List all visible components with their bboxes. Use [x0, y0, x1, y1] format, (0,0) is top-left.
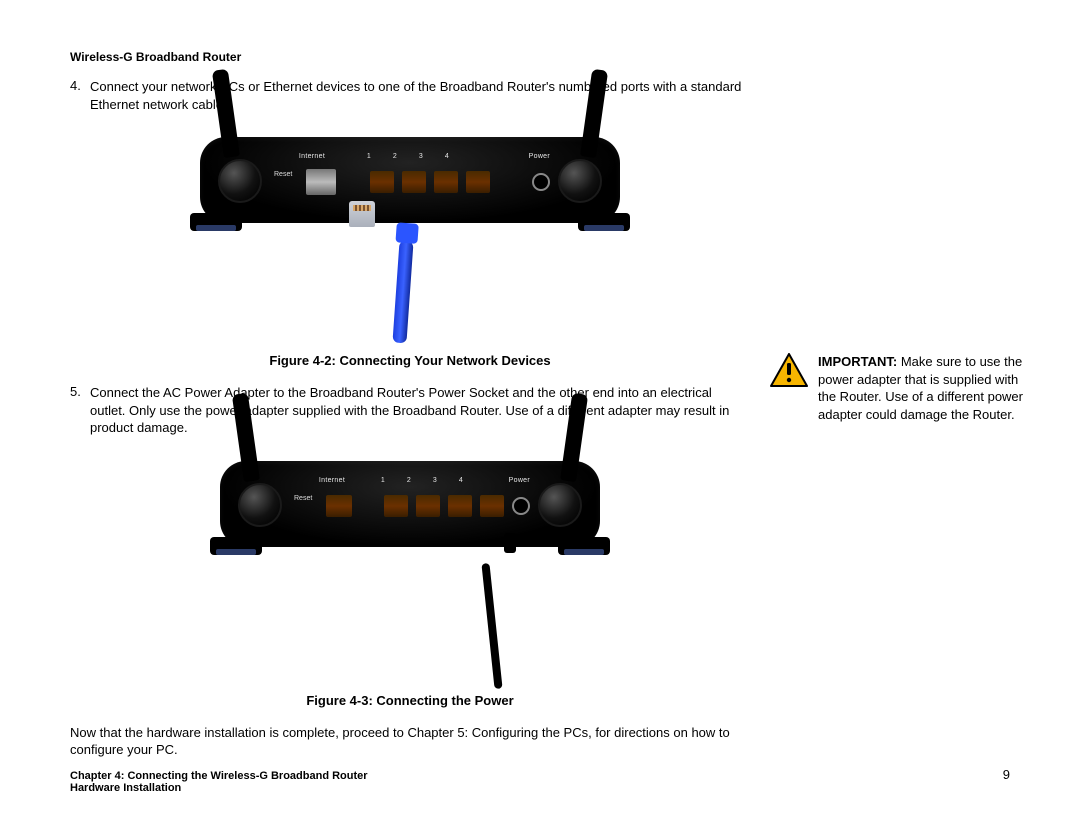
port-label-row-2: Internet 1 2 3 4 Power — [290, 477, 530, 484]
step-4-text: Connect your network PCs or Ethernet dev… — [90, 78, 750, 113]
label-internet-2: Internet — [306, 477, 358, 484]
closing-paragraph: Now that the hardware installation is co… — [70, 724, 750, 759]
warning-icon — [770, 353, 808, 387]
lan-port-4-icon-2 — [480, 495, 504, 517]
ethernet-plug-icon — [349, 201, 375, 227]
footer-section: Hardware Installation — [70, 782, 1010, 794]
router-foot-right — [578, 213, 630, 231]
label-port-2b: 2 — [396, 477, 422, 484]
lan-port-1-icon — [370, 171, 394, 193]
step-4-number: 4. — [70, 78, 90, 113]
important-note: IMPORTANT: Make sure to use the power ad… — [770, 353, 1028, 423]
label-port-3b: 3 — [422, 477, 448, 484]
port-row — [286, 165, 550, 199]
label-power: Power — [510, 153, 550, 160]
figure-4-3-image: Reset Internet 1 2 3 4 Power — [160, 461, 660, 687]
step-5: 5. Connect the AC Power Adapter to the B… — [70, 384, 750, 437]
lan-port-1-icon-2 — [384, 495, 408, 517]
lan-port-4-icon — [466, 171, 490, 193]
router-foot-left-2 — [210, 537, 262, 555]
label-internet: Internet — [286, 153, 338, 160]
figure-4-2-image: Reset Internet 1 2 3 4 Power — [160, 137, 660, 347]
lan-port-2-icon — [402, 171, 426, 193]
antenna-base-left-icon-2 — [238, 483, 282, 527]
label-port-3: 3 — [408, 153, 434, 160]
router-body: Reset Internet 1 2 3 4 Power — [200, 137, 620, 223]
lan-port-2-icon-2 — [416, 495, 440, 517]
step-5-text: Connect the AC Power Adapter to the Broa… — [90, 384, 750, 437]
important-note-text: IMPORTANT: Make sure to use the power ad… — [818, 353, 1028, 423]
internet-port-icon — [306, 169, 336, 195]
document-header: Wireless-G Broadband Router — [70, 50, 241, 64]
ethernet-cable-icon — [392, 241, 413, 344]
antenna-base-left-icon — [218, 159, 262, 203]
power-jack-icon — [532, 173, 550, 191]
footer-chapter: Chapter 4: Connecting the Wireless-G Bro… — [70, 770, 1010, 782]
power-jack-icon-2 — [512, 497, 530, 515]
step-5-number: 5. — [70, 384, 90, 437]
power-cable-icon — [481, 563, 502, 689]
power-plug-icon — [504, 533, 516, 553]
lan-port-3-icon — [434, 171, 458, 193]
figure-4-3-caption: Figure 4-3: Connecting the Power — [70, 693, 750, 708]
header-title: Wireless-G Broadband Router — [70, 50, 241, 64]
router-body-2: Reset Internet 1 2 3 4 Power — [220, 461, 600, 547]
label-port-4b: 4 — [448, 477, 474, 484]
port-label-row: Internet 1 2 3 4 Power — [270, 153, 550, 160]
port-row-2 — [306, 489, 530, 523]
lan-port-3-icon-2 — [448, 495, 472, 517]
antenna-base-right-icon-2 — [538, 483, 582, 527]
antenna-base-right-icon — [558, 159, 602, 203]
internet-port-icon-2 — [326, 495, 352, 517]
label-power-2: Power — [490, 477, 530, 484]
label-port-1: 1 — [356, 153, 382, 160]
router-foot-right-2 — [558, 537, 610, 555]
important-lead: IMPORTANT: — [818, 354, 897, 369]
router-foot-left — [190, 213, 242, 231]
step-4: 4. Connect your network PCs or Ethernet … — [70, 78, 750, 113]
page-number: 9 — [1003, 767, 1010, 782]
figure-4-2-caption: Figure 4-2: Connecting Your Network Devi… — [70, 353, 750, 368]
page-footer: Chapter 4: Connecting the Wireless-G Bro… — [70, 770, 1010, 794]
label-port-1b: 1 — [370, 477, 396, 484]
label-port-2: 2 — [382, 153, 408, 160]
label-port-4: 4 — [434, 153, 460, 160]
main-column: 4. Connect your network PCs or Ethernet … — [70, 78, 750, 759]
